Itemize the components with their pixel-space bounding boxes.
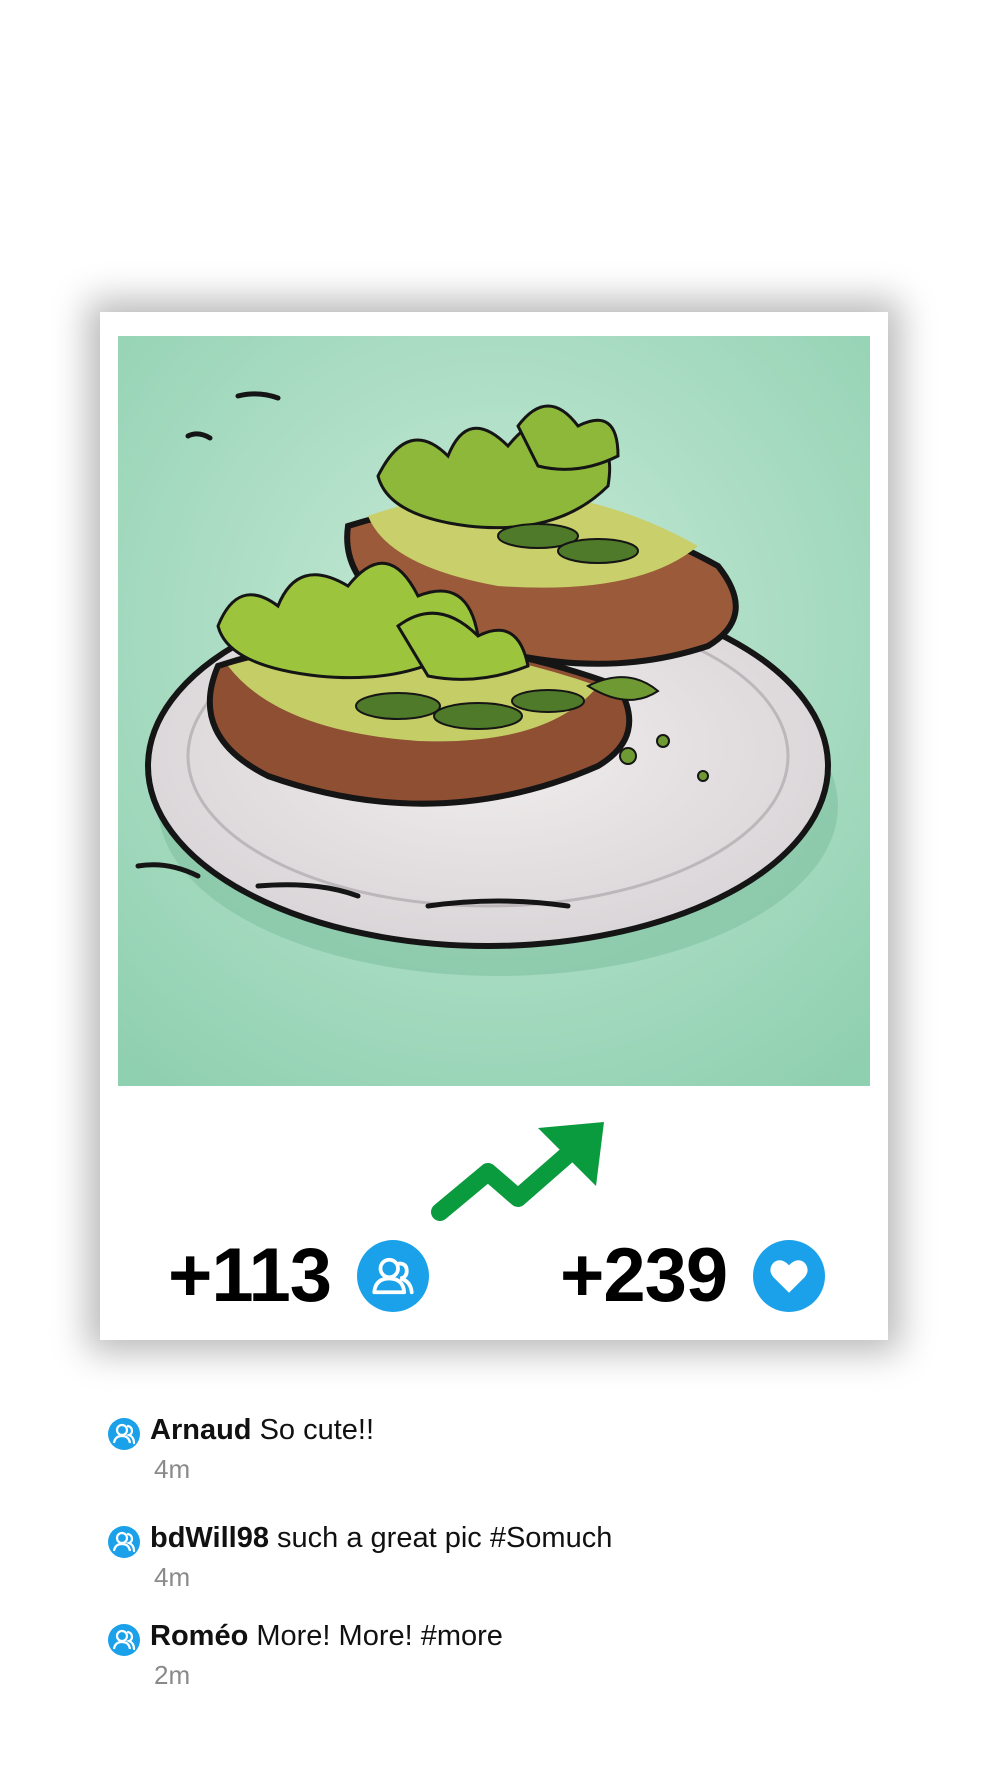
comment-username[interactable]: bdWill98	[150, 1522, 269, 1554]
comment-username[interactable]: Roméo	[150, 1620, 248, 1652]
comment-item: bdWill98 such a great pic #Somuch 4m	[108, 1522, 928, 1620]
comment-text: Arnaud So cute!!	[150, 1414, 374, 1447]
comment-text: Roméo More! More! #more	[150, 1620, 503, 1653]
comment-text: bdWill98 such a great pic #Somuch	[150, 1522, 612, 1555]
post-photo[interactable]	[118, 336, 870, 1086]
user-avatar-icon[interactable]	[108, 1418, 140, 1450]
comment-list: Arnaud So cute!! 4m bdWill98 such a grea…	[108, 1414, 928, 1728]
likes-stat: +239	[560, 1233, 826, 1318]
trending-up-arrow-icon	[430, 1120, 610, 1230]
avocado-toast-illustration	[118, 336, 870, 1086]
post-card: +113 +239	[100, 312, 888, 1340]
comment-body: So cute!!	[259, 1414, 375, 1446]
comment-username[interactable]: Arnaud	[150, 1414, 252, 1446]
comment-item: Arnaud So cute!! 4m	[108, 1414, 928, 1522]
user-avatar-icon[interactable]	[108, 1624, 140, 1656]
followers-stat: +113	[168, 1236, 429, 1316]
heart-icon[interactable]	[753, 1240, 826, 1312]
likes-count: +239	[560, 1233, 728, 1318]
comment-item: Roméo More! More! #more 2m	[108, 1620, 928, 1728]
comment-body: More! More! #more	[256, 1620, 503, 1652]
followers-count: +113	[168, 1233, 332, 1318]
user-avatar-icon[interactable]	[108, 1526, 140, 1558]
comment-time: 4m	[154, 1562, 191, 1592]
comment-time: 2m	[154, 1660, 191, 1690]
comment-time: 4m	[154, 1454, 191, 1484]
comment-body: such a great pic #Somuch	[277, 1522, 613, 1554]
users-icon[interactable]	[357, 1240, 429, 1312]
